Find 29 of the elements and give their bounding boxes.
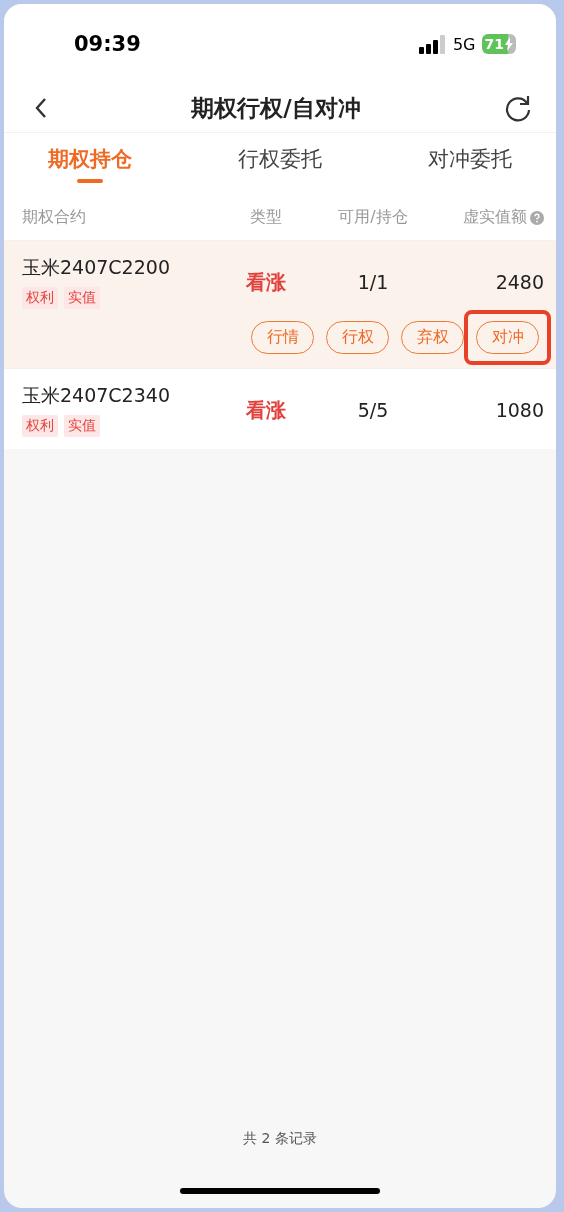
signal-icon <box>418 34 447 54</box>
column-header: 期权合约 <box>22 207 86 228</box>
tab[interactable]: 对冲委托 <box>428 133 512 195</box>
available-position: 1/1 <box>357 271 389 293</box>
available-position: 5/5 <box>357 399 389 421</box>
tag: 权利 <box>22 287 58 309</box>
refresh-icon[interactable] <box>504 94 532 122</box>
column-label: 虚实值额 <box>463 207 527 228</box>
status-time: 09:39 <box>74 32 141 56</box>
column-header: 类型 <box>250 207 282 228</box>
column-header: 可用/持仓 <box>338 207 408 228</box>
network-label: 5G <box>452 34 476 54</box>
position-row[interactable]: 玉米2407C2200 权利 实值 看涨 1/1 2480 行情 行权 弃权 对冲 <box>4 240 556 368</box>
page-title: 期权行权/自对冲 <box>191 93 361 123</box>
tab[interactable]: 期权持仓 <box>48 133 132 195</box>
tag: 实值 <box>64 287 100 309</box>
position-row[interactable]: 玉米2407C2340 权利 实值 看涨 5/5 1080 <box>4 368 556 449</box>
moneyness-value: 2480 <box>495 271 544 293</box>
moneyness-value: 1080 <box>495 399 544 421</box>
option-type: 看涨 <box>246 268 286 296</box>
tag: 权利 <box>22 415 58 437</box>
back-icon[interactable] <box>34 97 48 119</box>
contract-name: 玉米2407C2340 <box>22 383 171 408</box>
record-count: 共 2 条记录 <box>243 1130 317 1148</box>
option-type: 看涨 <box>246 396 286 424</box>
tab[interactable]: 行权委托 <box>238 133 322 195</box>
contract-name: 玉米2407C2200 <box>22 255 171 280</box>
battery-indicator: 71 <box>481 34 516 54</box>
tag: 实值 <box>64 415 100 437</box>
